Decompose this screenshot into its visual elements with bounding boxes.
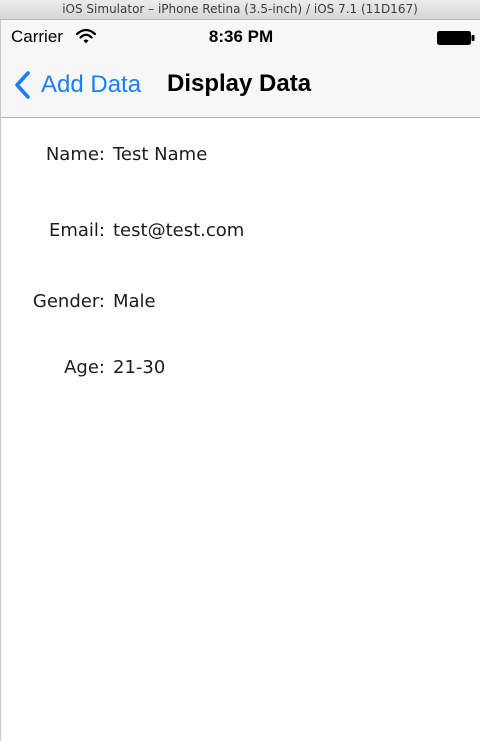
simulator-titlebar[interactable]: iOS Simulator – iPhone Retina (3.5-inch)… [0, 0, 480, 20]
top-bar: Carrier 8:36 PM Add Data Display Data [1, 20, 480, 118]
gender-value: Male [113, 291, 156, 312]
device-screen: Carrier 8:36 PM Add Data Display Data Na… [0, 20, 480, 741]
status-bar: Carrier 8:36 PM [1, 20, 480, 56]
simulator-title: iOS Simulator – iPhone Retina (3.5-inch)… [62, 2, 418, 16]
age-value: 21-30 [113, 357, 166, 378]
battery-full-icon [437, 31, 475, 45]
navigation-bar: Add Data Display Data [1, 56, 480, 117]
simulator-window: iOS Simulator – iPhone Retina (3.5-inch)… [0, 0, 480, 741]
email-value: test@test.com [113, 220, 245, 241]
back-button[interactable]: Add Data [13, 69, 141, 101]
page-title: Display Data [167, 70, 312, 97]
name-value: Test Name [113, 144, 208, 165]
status-time: 8:36 PM [208, 27, 274, 46]
back-button-label: Add Data [41, 71, 142, 98]
name-label: Name: [45, 144, 105, 165]
chevron-left-icon [15, 71, 30, 99]
email-label: Email: [48, 220, 105, 241]
gender-label: Gender: [32, 291, 105, 312]
age-label: Age: [64, 357, 105, 378]
